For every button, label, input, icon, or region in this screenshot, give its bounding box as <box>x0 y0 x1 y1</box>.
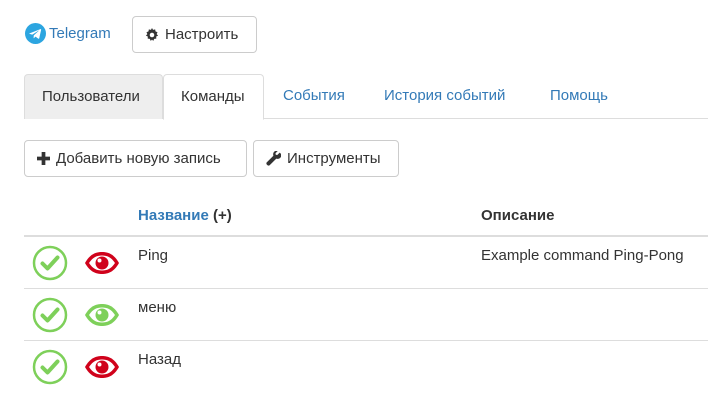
add-record-label: Добавить новую запись <box>56 150 221 167</box>
command-description: Example command Ping-Pong <box>481 247 684 264</box>
tab-label: История событий <box>384 87 506 104</box>
commands-table: Название (+) Описание Ping Example comma… <box>24 195 708 393</box>
tab-label: Пользователи <box>42 88 140 105</box>
sort-indicator: (+) <box>212 207 232 224</box>
sort-name-link[interactable]: Название <box>138 207 209 224</box>
tab-label: События <box>283 87 345 104</box>
telegram-link[interactable]: Telegram <box>25 23 111 44</box>
tab-users[interactable]: Пользователи <box>24 74 163 119</box>
gear-icon <box>145 27 159 41</box>
settings-button[interactable]: Настроить <box>132 16 257 53</box>
plus-icon <box>37 152 50 165</box>
command-name: Ping <box>138 247 169 264</box>
telegram-icon <box>25 23 46 44</box>
tab-events[interactable]: События <box>266 74 362 119</box>
eye-red-icon[interactable] <box>84 355 120 379</box>
column-header-description: Описание <box>481 207 555 224</box>
tab-label: Команды <box>181 88 245 105</box>
eye-red-icon[interactable] <box>84 251 120 275</box>
check-circle-icon[interactable] <box>32 297 68 333</box>
add-record-button[interactable]: Добавить новую запись <box>24 140 247 177</box>
table-row: Назад <box>24 341 708 393</box>
check-circle-icon[interactable] <box>32 349 68 385</box>
tab-commands[interactable]: Команды <box>163 74 264 120</box>
tab-help[interactable]: Помощь <box>533 74 625 119</box>
tools-button[interactable]: Инструменты <box>253 140 399 177</box>
wrench-icon <box>266 151 281 166</box>
table-row: Ping Example command Ping-Pong <box>24 237 708 289</box>
column-header-name[interactable]: Название (+) <box>138 207 232 224</box>
tab-event-history[interactable]: История событий <box>367 74 522 119</box>
tab-bar: Пользователи Команды События История соб… <box>24 74 708 120</box>
eye-green-icon[interactable] <box>84 303 120 327</box>
tools-label: Инструменты <box>287 150 381 167</box>
telegram-label: Telegram <box>49 25 111 42</box>
tab-label: Помощь <box>550 87 608 104</box>
command-name: меню <box>138 299 177 316</box>
table-header: Название (+) Описание <box>24 195 708 237</box>
settings-label: Настроить <box>165 26 239 43</box>
table-row: меню <box>24 289 708 341</box>
command-name: Назад <box>138 351 181 368</box>
check-circle-icon[interactable] <box>32 245 68 281</box>
